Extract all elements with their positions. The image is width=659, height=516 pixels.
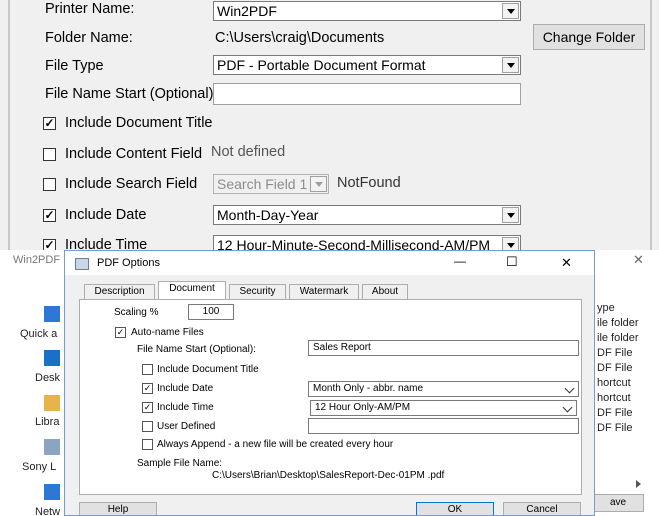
time-format-dropdown[interactable]: 12 Hour Only-AM/PM — [310, 400, 577, 416]
tab-description[interactable]: Description — [84, 284, 155, 299]
dialog-title: PDF Options — [97, 257, 160, 269]
auto-name-label: Auto-name Files — [131, 327, 204, 338]
tab-document[interactable]: Document — [158, 281, 226, 300]
help-button[interactable]: Help — [79, 502, 157, 515]
file-type-cell: hortcut — [597, 392, 631, 404]
folder-name-label: Folder Name: — [45, 30, 133, 46]
file-type-cell: ile folder — [597, 332, 639, 344]
time-format-dropdown[interactable]: 12 Hour-Minute-Second-Millisecond-AM/PM — [213, 235, 521, 250]
file-type-cell: DF File — [597, 362, 633, 374]
folder-name-value: C:\Users\craig\Documents — [215, 30, 385, 46]
chevron-down-icon[interactable] — [562, 402, 573, 413]
include-document-title-checkbox[interactable]: ✓ — [43, 117, 56, 130]
network-icon — [44, 484, 60, 500]
file-type-value: PDF - Portable Document Format — [217, 57, 426, 73]
always-append-checkbox[interactable] — [142, 439, 153, 450]
sample-file-name-value: C:\Users\Brian\Desktop\SalesReport-Dec-0… — [212, 470, 445, 481]
user-defined-label: User Defined — [157, 421, 216, 432]
user-defined-input[interactable] — [308, 418, 579, 434]
include-date-label: Include Date — [65, 207, 147, 223]
include-content-field-label: Include Content Field — [65, 146, 203, 162]
include-time-checkbox[interactable]: ✓ — [142, 402, 153, 413]
app-icon — [75, 258, 89, 270]
save-button[interactable]: ave — [592, 494, 644, 512]
time-format-value: 12 Hour-Minute-Second-Millisecond-AM/PM — [217, 237, 491, 250]
pdf-options-dialog: PDF Options — ☐ ✕ Description Document S… — [64, 250, 595, 516]
include-time-checkbox[interactable]: ✓ — [43, 239, 56, 250]
nav-sony[interactable]: Sony L — [22, 461, 56, 473]
nav-libraries[interactable]: Libra — [35, 416, 59, 428]
printer-name-dropdown[interactable]: Win2PDF — [213, 1, 521, 21]
file-name-start-label: File Name Start (Optional): — [45, 86, 218, 102]
user-defined-checkbox[interactable] — [142, 421, 153, 432]
chevron-down-icon[interactable] — [502, 57, 519, 73]
search-field-dropdown[interactable]: Search Field 1 — [213, 174, 329, 194]
tab-security[interactable]: Security — [229, 284, 286, 299]
date-format-dropdown[interactable]: Month-Day-Year — [213, 205, 521, 225]
close-icon[interactable]: ✕ — [633, 252, 644, 268]
minimize-icon[interactable]: — — [454, 254, 466, 268]
always-append-label: Always Append - a new file will be creat… — [157, 439, 394, 450]
nav-desktop[interactable]: Desk — [35, 372, 60, 384]
search-field-status: NotFound — [337, 175, 401, 191]
chevron-down-icon[interactable] — [502, 207, 519, 223]
file-type-dropdown[interactable]: PDF - Portable Document Format — [213, 55, 521, 75]
include-date-checkbox[interactable]: ✓ — [142, 383, 153, 394]
search-field-value: Search Field 1 — [217, 176, 308, 192]
include-search-field-label: Include Search Field — [65, 176, 198, 192]
chevron-down-icon[interactable] — [310, 176, 327, 192]
sample-file-name-label: Sample File Name: — [137, 458, 223, 469]
auto-name-checkbox[interactable]: ✓ — [115, 327, 126, 338]
desktop-icon — [44, 350, 60, 366]
file-name-start-input[interactable]: Sales Report — [308, 340, 579, 356]
date-format-value: Month Only - abbr. name — [313, 383, 424, 394]
close-icon[interactable]: ✕ — [561, 255, 572, 271]
date-format-value: Month-Day-Year — [217, 207, 319, 223]
file-type-cell: DF File — [597, 347, 633, 359]
chevron-down-icon[interactable] — [502, 237, 519, 250]
printer-name-label: Printer Name: — [45, 1, 135, 17]
scaling-label: Scaling % — [114, 307, 159, 318]
date-format-dropdown[interactable]: Month Only - abbr. name — [308, 381, 579, 397]
file-name-start-label: File Name Start (Optional): — [137, 344, 256, 355]
type-column-header[interactable]: ype — [597, 302, 615, 314]
include-time-label: Include Time — [65, 237, 148, 250]
libraries-icon — [44, 395, 60, 411]
include-document-title-label: Include Document Title — [157, 364, 259, 375]
file-type-cell: DF File — [597, 422, 633, 434]
content-field-status: Not defined — [211, 144, 286, 160]
quick-access-icon — [44, 306, 60, 322]
printer-name-value: Win2PDF — [217, 3, 277, 19]
include-time-label: Include Time — [157, 402, 214, 413]
dialog-border-right — [650, 0, 652, 250]
include-document-title-checkbox[interactable] — [142, 364, 153, 375]
nav-quick-access[interactable]: Quick a — [20, 328, 57, 340]
scaling-input[interactable]: 100 — [188, 304, 234, 320]
chevron-down-icon[interactable] — [564, 383, 575, 394]
cancel-button[interactable]: Cancel — [503, 502, 581, 515]
chevron-down-icon[interactable] — [502, 3, 519, 19]
tab-watermark[interactable]: Watermark — [289, 284, 359, 299]
include-date-checkbox[interactable]: ✓ — [43, 209, 56, 222]
file-name-start-input[interactable] — [213, 83, 521, 105]
maximize-icon[interactable]: ☐ — [506, 254, 518, 270]
file-type-label: File Type — [45, 58, 104, 74]
file-type-cell: ile folder — [597, 317, 639, 329]
background-window-title: Win2PDF — [13, 254, 61, 266]
printer-settings-dialog: Printer Name: Win2PDF Folder Name: C:\Us… — [0, 0, 659, 250]
include-content-field-checkbox[interactable] — [43, 148, 56, 161]
time-format-value: 12 Hour Only-AM/PM — [315, 402, 411, 413]
file-type-cell: DF File — [597, 407, 633, 419]
include-search-field-checkbox[interactable] — [43, 178, 56, 191]
ok-button[interactable]: OK — [416, 502, 494, 515]
computer-icon — [44, 439, 60, 455]
dialog-border-left — [8, 0, 10, 250]
scroll-right-icon[interactable] — [636, 480, 641, 488]
include-date-label: Include Date — [157, 383, 214, 394]
change-folder-button[interactable]: Change Folder — [533, 24, 645, 50]
tab-about[interactable]: About — [362, 284, 408, 299]
file-type-cell: hortcut — [597, 377, 631, 389]
include-document-title-label: Include Document Title — [65, 115, 213, 131]
nav-network[interactable]: Netw — [35, 506, 60, 516]
